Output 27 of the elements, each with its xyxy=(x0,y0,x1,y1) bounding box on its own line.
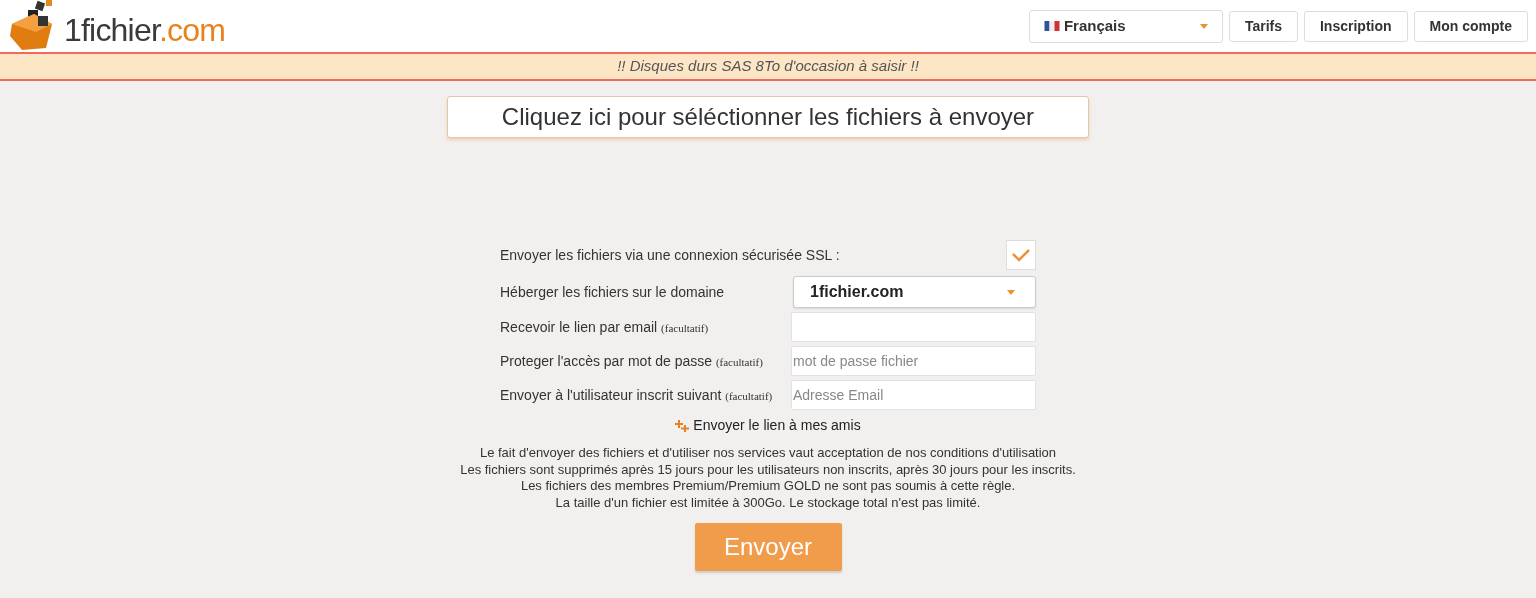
select-files-button[interactable]: Cliquez ici pour séléctionner les fichiers à envoyer xyxy=(447,96,1089,138)
field-label: Envoyer les fichiers via une connexion sécurisée SSL : xyxy=(500,245,840,265)
field-label: Recevoir le lien par email (facultatif) xyxy=(500,317,709,337)
notice-text: Le fait d'envoyer des fichiers et d'utiliser nos services vaut acceptation de nos conditions d'utilisation xyxy=(479,445,1057,462)
nav-button[interactable]: Tarifs xyxy=(1228,10,1298,42)
notice-text: Les fichiers sont supprimés après 15 jours pour les utilisateurs non inscrits, après 30 jours pour les inscrits. xyxy=(460,461,1076,478)
flag-icon xyxy=(1043,21,1060,31)
field-label: Envoyer à l'utilisateur inscrit suivant (facultatif) xyxy=(500,385,773,405)
send-to-friends-link[interactable]: Envoyer le lien à mes amis xyxy=(693,415,861,436)
domain-dropdown[interactable]: 1fichier.com xyxy=(793,276,1036,308)
input-field[interactable]: Adresse Email xyxy=(791,380,1036,410)
field-label: Héberger les fichiers sur le domaine xyxy=(500,282,725,302)
nav-button[interactable]: Mon compte xyxy=(1413,10,1528,42)
sparkle-plus-icon xyxy=(675,419,690,432)
input-field[interactable] xyxy=(791,312,1036,342)
checkmark-icon xyxy=(1011,248,1031,262)
input-field[interactable]: mot de passe fichier xyxy=(791,346,1036,376)
promo-banner-text[interactable]: !! Disques durs SAS 8To d'occasion à saisir !! xyxy=(617,55,919,78)
field-label: Proteger l'accès par mot de passe (facultatif) xyxy=(500,351,763,371)
ssl-checkbox[interactable] xyxy=(1006,240,1036,270)
caret-icon xyxy=(1007,289,1015,295)
language-dropdown[interactable]: Français xyxy=(1028,9,1223,43)
caret-icon xyxy=(1199,23,1208,29)
nav-button[interactable]: Inscription xyxy=(1304,10,1408,42)
notice-text: La taille d'un fichier est limitée à 300Go. Le stockage total n'est pas limité. xyxy=(555,494,981,511)
logo-text[interactable]: 1fichier.com xyxy=(64,14,226,46)
notice-text: Les fichiers des membres Premium/Premium GOLD ne sont pas soumis à cette règle. xyxy=(520,478,1016,495)
